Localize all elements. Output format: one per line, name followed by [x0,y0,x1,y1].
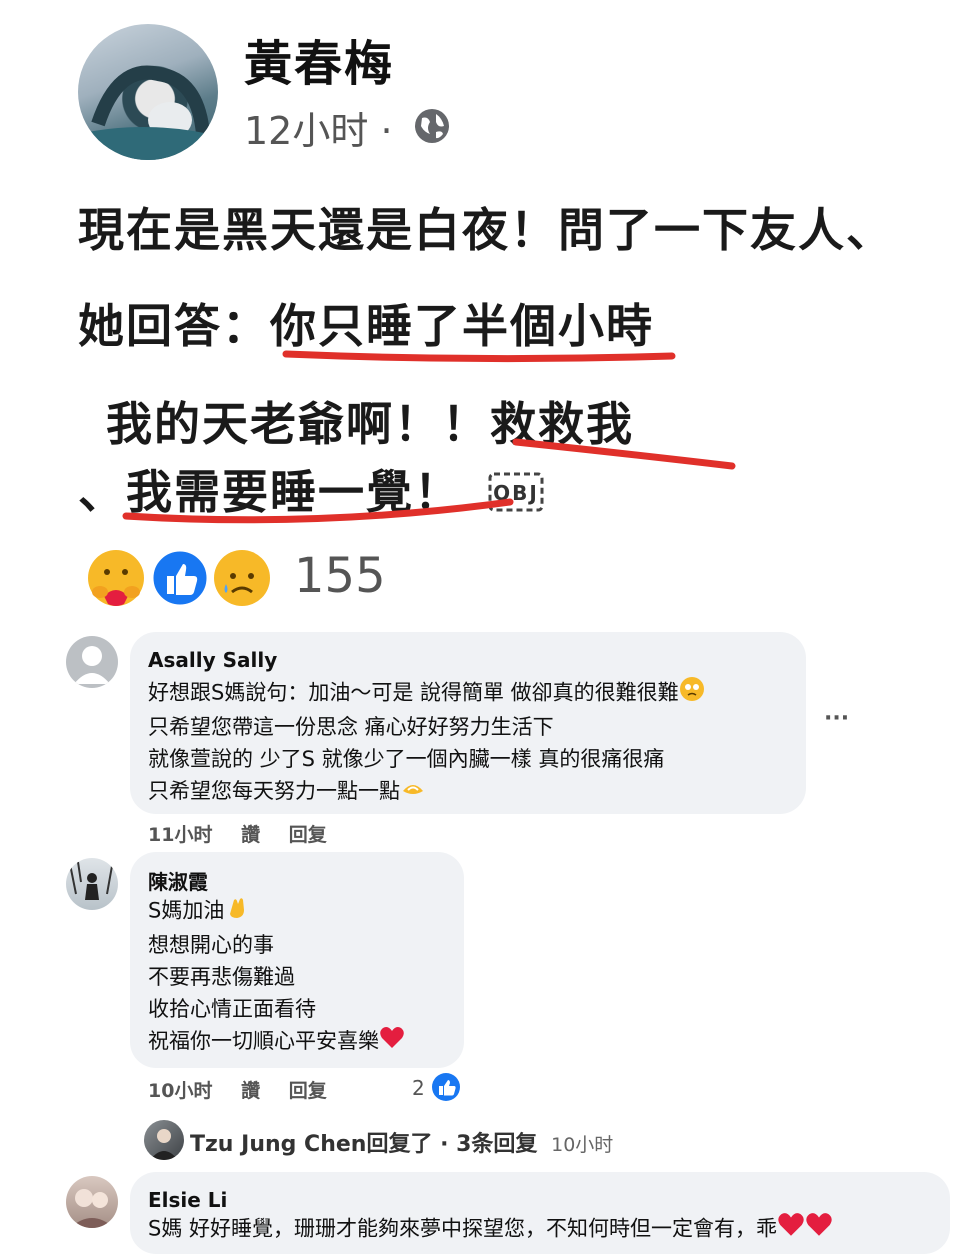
author-avatar[interactable] [78,24,218,160]
comment-time[interactable]: 10小时 [148,1080,212,1102]
comment-author-name[interactable]: Elsie Li [148,1188,227,1212]
like-reaction-icon[interactable] [150,548,210,608]
post-author-name[interactable]: 黃春梅 [244,24,394,94]
like-button[interactable]: 讚 [241,1080,260,1102]
comment-text-line: 只希望您帶這一份思念 痛心好好努力生活下 [148,715,554,739]
avatar[interactable] [66,636,118,688]
red-underline-3 [122,498,514,524]
heart-icon [805,1212,833,1247]
clapping-emoji-icon [224,894,250,929]
comment-author-name[interactable]: 陳淑霞 [148,866,208,895]
like-reaction-icon [431,1072,461,1107]
comment-text-line: 好想跟S媽說句：加油～可是 說得簡單 做卻真的很難很難 [148,676,705,711]
comment-time[interactable]: 11小时 [148,824,212,846]
like-button[interactable]: 讚 [241,824,260,846]
red-underline-1 [282,350,676,363]
heart-icon [777,1212,805,1247]
avatar[interactable] [66,1176,118,1228]
post-text-line-1: 現在是黑天還是白夜！問了一下友人、 [78,203,894,257]
sad-reaction-icon[interactable] [212,548,272,608]
comment-text-line: 只希望您每天努力一點一點 [148,775,705,808]
red-underline-2 [512,438,736,470]
reply-button[interactable]: 回复 [289,1080,327,1102]
comment-text: 好想跟S媽說句：加油～可是 說得簡單 做卻真的很難很難 只希望您帶這一份思念 痛… [148,676,705,808]
comment-text: S媽 好好睡覺，珊珊才能夠來夢中探望您，不知何時但一定會有，乖 [148,1212,833,1247]
comment-meta: 11小时 讚 回复 [148,820,327,847]
reply-time: 10小时 [551,1134,614,1156]
comment-text-line: 不要再悲傷難過 [148,965,295,989]
heart-icon [379,1026,405,1059]
comment-text-line: 祝福你一切順心平安喜樂 [148,1025,405,1059]
comment-like-count[interactable]: 2 [412,1072,461,1107]
comment-text-line: S媽加油 [148,894,405,929]
care-reaction-icon[interactable] [86,548,146,608]
avatar[interactable] [66,858,118,910]
globe-icon [412,106,452,146]
view-replies-link[interactable]: Tzu Jung Chen回复了 · 3条回复 10小时 [190,1126,613,1158]
pleading-emoji-icon [679,676,705,711]
comment-text-line: 收拾心情正面看待 [148,997,316,1021]
post-timestamp[interactable]: 12小时 · [244,100,393,155]
comment-text: S媽加油 想想開心的事 不要再悲傷難過 收拾心情正面看待 祝福你一切順心平安喜樂 [148,894,405,1059]
comment-text-line: 想想開心的事 [148,933,274,957]
comment-text-line: 就像萱說的 少了S 就像少了一個內臟一樣 真的很痛很痛 [148,747,665,771]
reaction-count[interactable]: 155 [294,548,386,604]
heart-hands-emoji-icon [400,776,426,808]
comment-author-name[interactable]: Asally Sally [148,648,277,672]
more-options-button[interactable]: ··· [824,706,849,731]
reply-button[interactable]: 回复 [289,824,327,846]
comment-meta: 10小时 讚 回复 [148,1076,327,1103]
avatar[interactable] [144,1120,184,1160]
